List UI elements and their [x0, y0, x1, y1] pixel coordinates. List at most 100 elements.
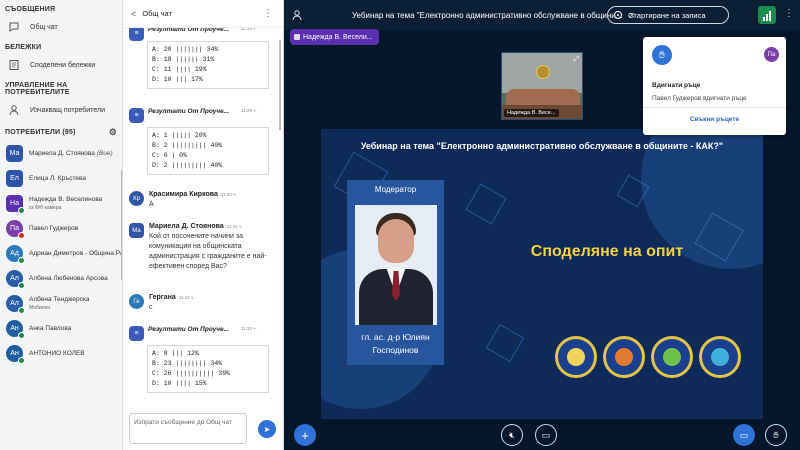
user-name-block: АНТОНИО КОЛЕВ	[29, 350, 85, 358]
avatar-initials: На	[10, 200, 19, 207]
user-list-item[interactable]: Ан Анка Павлова	[0, 316, 122, 341]
poll-icon: ≡	[129, 28, 144, 41]
mic-icon	[18, 282, 25, 289]
poll-results-box: A: 8 ||| 12% B: 23 |||||||| 34% C: 26 ||…	[147, 345, 269, 393]
mic-icon	[18, 207, 25, 214]
expand-icon[interactable]: ⤢	[573, 56, 579, 64]
chat-title: Общ чат	[142, 9, 172, 18]
send-icon: ➤	[263, 424, 271, 434]
moderator-name-line1: гл. ас. д-р Юлиян	[361, 332, 430, 342]
sidebar-item-label: Изчакващ потребители	[30, 106, 105, 114]
user-list-item[interactable]: Ан АНТОНИО КОЛЕВ	[0, 341, 122, 366]
audio-button[interactable]: 🔇︎	[501, 424, 523, 446]
photo-face	[378, 219, 414, 263]
sidebar-item-shared-notes[interactable]: Споделени бележки	[0, 54, 122, 76]
poll-line: A: 8 ||| 12%	[152, 350, 199, 357]
chat-message-input[interactable]: Изпрати съобщение до Общ чат	[129, 413, 247, 444]
more-options-icon[interactable]: ⋮	[263, 8, 273, 19]
more-options-icon[interactable]: ⋮	[784, 8, 794, 19]
app-root: СЪОБЩЕНИЯ Общ чат БЕЛЕЖКИ Споделени беле…	[0, 0, 800, 450]
user-name-block: Мариела Д. Стоянова (Вие)	[29, 150, 113, 158]
user-list-item[interactable]: На Надежда В. Веселинова ск Ф/б камера	[0, 191, 122, 216]
poll-icon: ≡	[129, 326, 144, 341]
avatar: Ан	[6, 345, 25, 364]
sidebar-item-public-chat[interactable]: Общ чат	[0, 16, 122, 38]
partner-logos	[555, 336, 745, 384]
user-name: Надежда В. Веселинова	[29, 195, 103, 203]
raised-hands-popup: ✋︎ Па Вдигнати ръце Павел Гуджеров вдигн…	[643, 37, 786, 135]
poll-results-box: A: 1 ||||| 20% B: 2 ||||||||| 40% C: 0 |…	[147, 127, 269, 175]
avatar-initials: Ан	[10, 325, 19, 332]
sidebar-item-waiting-users[interactable]: Изчакващ потребители	[0, 99, 122, 121]
video-button[interactable]: ▭	[535, 424, 557, 446]
start-recording-button[interactable]: Стартиране на записа	[607, 6, 729, 24]
message-row: Ге Гергана 11:32 ч. с	[129, 294, 277, 313]
poll-result-message: ≡ Резултати От Проуче... 11:29 ч. A: 1 |…	[129, 108, 277, 175]
user-list-item[interactable]: Ма Мариела Д. Стоянова (Вие)	[0, 141, 122, 166]
connection-status-icon[interactable]	[758, 6, 776, 24]
users-heading: ПОТРЕБИТЕЛИ (95) ⚙	[0, 121, 122, 141]
users-count: (95)	[62, 129, 76, 136]
chat-message: Ге Гергана 11:32 ч. с	[129, 294, 277, 313]
user-name: Адриан Димитров - Община Ра...	[29, 249, 122, 257]
avatar: Ма	[129, 223, 144, 238]
raise-hand-button[interactable]: ✋︎	[765, 424, 787, 446]
hand-icon: ✋︎	[773, 429, 779, 440]
gear-icon[interactable]: ⚙	[109, 127, 117, 138]
message-author: Гергана	[149, 294, 176, 301]
mic-icon	[18, 307, 25, 314]
poll-results-box: A: 20 ||||||| 34% B: 18 |||||| 31% C: 11…	[147, 41, 269, 89]
message-time: 11:31 ч.	[226, 224, 243, 229]
academy-logo	[699, 336, 741, 378]
user-list-item[interactable]: Ел Елица Л. Кръстева	[0, 166, 122, 191]
avatar: Ан	[6, 320, 25, 339]
chat-header: < Общ чат ⋮	[123, 0, 283, 28]
chevron-left-icon[interactable]: <	[131, 9, 136, 19]
avatar: Ад	[6, 245, 25, 264]
user-list-item[interactable]: Ад Адриан Димитров - Община Ра...	[0, 241, 122, 266]
avatar-initials: Ан	[10, 350, 19, 357]
user-list-item[interactable]: Па Павел Гуджеров	[0, 216, 122, 241]
user-list-item[interactable]: Ал Албена Любенова Арсова	[0, 266, 122, 291]
poll-line: D: 10 ||| 17%	[152, 76, 203, 83]
actions-button[interactable]: +	[294, 424, 316, 446]
sidebar-item-label: Общ чат	[30, 23, 58, 31]
poll-line: D: 2 ||||||||| 40%	[152, 162, 223, 169]
presenter-badge[interactable]: Надежда В. Весели...	[290, 29, 379, 45]
users-heading-label: ПОТРЕБИТЕЛИ	[5, 129, 61, 136]
user-name: АНТОНИО КОЛЕВ	[29, 349, 85, 357]
notes-icon	[8, 59, 20, 71]
user-settings-icon[interactable]	[292, 9, 304, 23]
sidebar-item-label: Споделени бележки	[30, 61, 96, 69]
message-time: 11:32 ч.	[241, 326, 257, 331]
chat-messages: ≡ Резултати От Проуче... 11:29 ч. A: 20 …	[123, 28, 284, 408]
poll-title: Резултати От Проуче...	[148, 108, 230, 115]
message-time: 11:29 ч.	[241, 28, 257, 31]
user-name-block: Анка Павлова	[29, 325, 71, 333]
user-name-block: Адриан Димитров - Община Ра...	[29, 250, 122, 258]
chat-scrollbar[interactable]	[279, 40, 281, 130]
message-text: с	[149, 304, 153, 311]
hand-icon: ✋︎	[652, 45, 672, 65]
poll-line: A: 1 ||||| 20%	[152, 132, 207, 139]
lower-hands-button[interactable]: Свъкни ръцете	[643, 116, 786, 123]
webcam-video[interactable]: ⤢ Надежда В. Весе...	[501, 52, 583, 120]
hex-decoration	[485, 323, 525, 363]
avatar-initials: Ма	[9, 150, 20, 157]
chat-message: Ма Мариела Д. Стоянова 11:31 ч. Кой от по…	[129, 223, 277, 272]
send-button[interactable]: ➤	[258, 420, 276, 438]
mic-icon	[18, 257, 25, 264]
academy-logo	[651, 336, 693, 378]
poll-header-row: ≡ Резултати От Проуче... 11:29 ч.	[129, 28, 277, 41]
poll-line: C: 26 |||||||||| 39%	[152, 370, 231, 377]
poll-title: Резултати От Проуче...	[148, 326, 230, 333]
presentation-slide: Уебинар на тема "Електронно администрати…	[321, 129, 763, 419]
user-list-item[interactable]: Ал Албена Тенджерска Мобилен	[0, 291, 122, 316]
message-content: Мариела Д. Стоянова 11:31 ч. Кой от посоч…	[149, 223, 277, 272]
screen-share-button[interactable]: ▭	[733, 424, 755, 446]
record-icon	[614, 11, 622, 19]
message-author: Мариела Д. Стоянова	[149, 223, 224, 230]
user-status: ск Ф/б камера	[29, 204, 62, 211]
moderator-name: гл. ас. д-р Юлиян Господинов	[347, 331, 444, 357]
meeting-title: Уебинар на тема "Електронно администрати…	[352, 11, 623, 20]
